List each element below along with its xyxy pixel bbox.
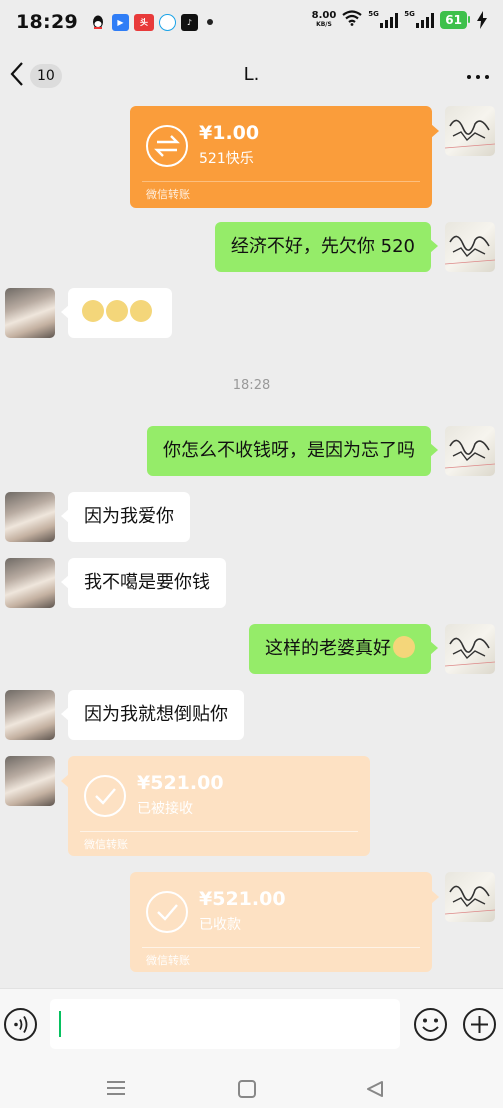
text-caret (59, 1011, 61, 1037)
more-options-icon[interactable] (467, 75, 489, 79)
transfer-divider (142, 181, 420, 182)
checkmark-icon (146, 891, 188, 933)
transfer-amount: ¥521.00 (199, 888, 286, 910)
transfer-card-sent[interactable]: ¥1.00 521快乐 微信转账 (130, 106, 439, 208)
contact-avatar[interactable] (5, 492, 55, 542)
message-bubble-sent[interactable]: 经济不好，先欠你 520 (214, 222, 439, 272)
network-speed: 8.00 KB/S (311, 10, 337, 29)
contact-avatar[interactable] (5, 690, 55, 740)
more-notifications-dot (206, 19, 213, 25)
transfer-card-collected[interactable]: ¥521.00 已收款 微信转账 (130, 872, 439, 972)
transfer-footer: 微信转账 (146, 188, 190, 201)
cat-face-emoji-icon (82, 300, 104, 322)
status-time: 18:29 (16, 11, 78, 33)
transfer-note: 521快乐 (199, 151, 254, 167)
transfer-amount: ¥1.00 (199, 122, 260, 144)
notification-icons: ▶ 头 ♪ (90, 13, 213, 31)
chat-input-bar (0, 988, 503, 1060)
wifi-icon (342, 10, 362, 30)
my-avatar[interactable] (445, 872, 495, 922)
browser-icon (158, 13, 176, 31)
message-bubble-received[interactable]: 因为我就想倒贴你 (61, 690, 244, 740)
my-avatar[interactable] (445, 222, 495, 272)
transfer-status: 已收款 (199, 917, 241, 933)
message-text: 这样的老婆真好 (265, 638, 391, 659)
voice-icon[interactable] (4, 1008, 37, 1041)
home-icon[interactable] (238, 1080, 256, 1098)
signal-icon-2: 5G (404, 10, 435, 28)
flushed-face-emoji-icon (393, 636, 415, 658)
transfer-amount: ¥521.00 (137, 772, 224, 794)
message-bubble-received[interactable] (61, 288, 172, 338)
message-bubble-sent[interactable]: 你怎么不收钱呀，是因为忘了吗 (147, 426, 438, 476)
status-bar: 18:29 ▶ 头 ♪ 8.00 KB/S 5G 5G 61 (0, 0, 503, 44)
chat-header: 10 L. (0, 48, 503, 104)
transfer-status: 已被接收 (137, 801, 193, 817)
my-avatar[interactable] (445, 106, 495, 156)
cat-face-emoji-icon (130, 300, 152, 322)
emoji-icon[interactable] (413, 1007, 448, 1042)
message-bubble-sent[interactable]: 这样的老婆真好 (249, 624, 438, 674)
transfer-arrows-icon (146, 125, 188, 167)
nav-back-icon[interactable] (366, 1080, 384, 1098)
message-bubble-received[interactable]: 我不噶是要你钱 (61, 558, 226, 608)
menu-icon[interactable] (106, 1080, 126, 1096)
my-avatar[interactable] (445, 426, 495, 476)
contact-avatar[interactable] (5, 756, 55, 806)
transfer-footer: 微信转账 (84, 838, 128, 851)
transfer-divider (142, 947, 420, 948)
charging-icon (477, 11, 487, 33)
contact-avatar[interactable] (5, 558, 55, 608)
system-nav-bar (0, 1060, 503, 1108)
chat-title: L. (243, 64, 260, 85)
contact-avatar[interactable] (5, 288, 55, 338)
checkmark-icon (84, 775, 126, 817)
message-input[interactable] (50, 999, 400, 1049)
signal-icon-1: 5G (368, 10, 399, 28)
message-timestamp: 18:28 (232, 378, 271, 393)
plus-icon[interactable] (462, 1007, 497, 1042)
my-avatar[interactable] (445, 624, 495, 674)
tiktok-icon: ♪ (180, 13, 198, 31)
battery-indicator: 61 (440, 11, 470, 29)
message-bubble-received[interactable]: 因为我爱你 (61, 492, 190, 542)
transfer-divider (80, 831, 358, 832)
toutiao-icon: 头 (133, 13, 154, 31)
transfer-card-received[interactable]: ¥521.00 已被接收 微信转账 (61, 756, 370, 856)
cat-face-emoji-icon (106, 300, 128, 322)
app-notification-icon: ▶ (111, 13, 129, 31)
qq-icon (90, 14, 107, 31)
transfer-footer: 微信转账 (146, 954, 190, 967)
